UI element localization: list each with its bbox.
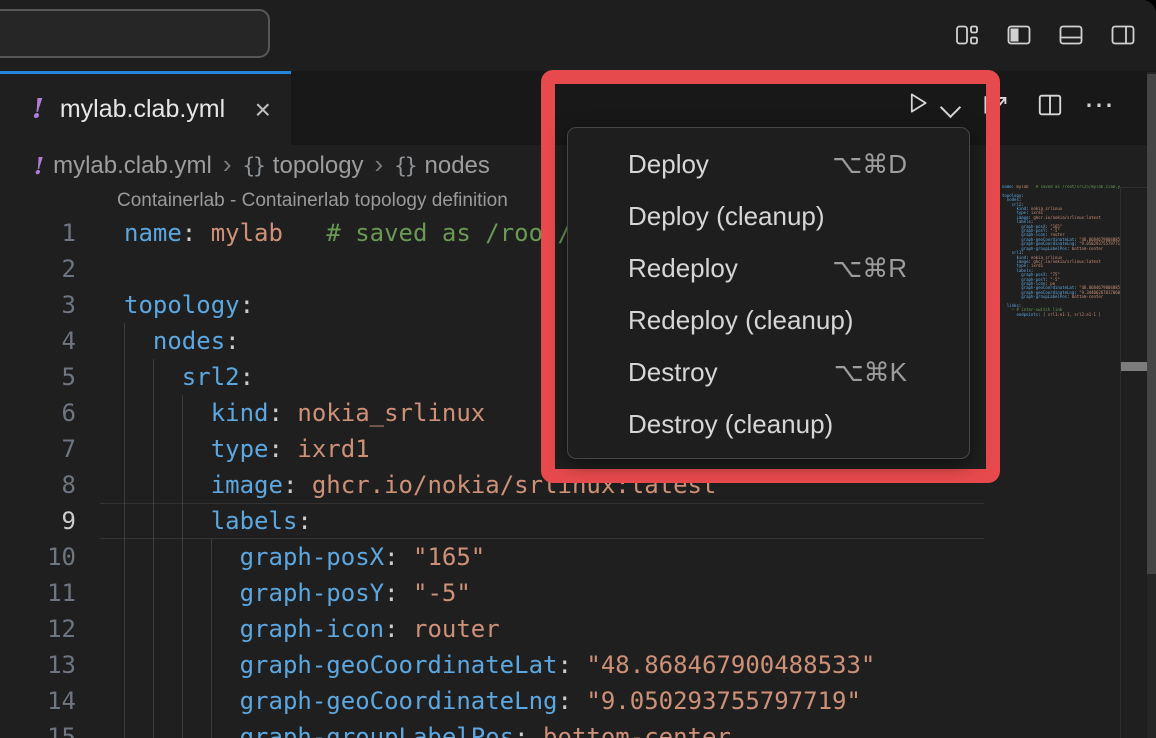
layout-controls <box>954 22 1136 48</box>
line-number: 2 <box>0 251 76 287</box>
code-line: 13 graph-geoCoordinateLat: "48.868467900… <box>0 647 1120 683</box>
run-dropdown-menu: Deploy⌥⌘DDeploy (cleanup)Redeploy⌥⌘RRede… <box>567 127 970 459</box>
line-number: 7 <box>0 431 76 467</box>
line-number: 11 <box>0 575 76 611</box>
line-number: 1 <box>0 215 76 251</box>
code-line: 14 graph-geoCoordinateLng: "9.0502937557… <box>0 683 1120 719</box>
line-number: 12 <box>0 611 76 647</box>
line-number: 5 <box>0 359 76 395</box>
menu-item-destroy-cleanup[interactable]: Destroy (cleanup) <box>568 398 969 450</box>
scrollbar[interactable] <box>1147 72 1156 738</box>
menu-item-redeploy-cleanup[interactable]: Redeploy (cleanup) <box>568 294 969 346</box>
customize-layout-icon[interactable] <box>954 22 980 48</box>
menu-item-shortcut: ⌥⌘R <box>832 253 907 284</box>
command-center-search[interactable] <box>0 9 270 58</box>
minimap-line: graph-groupLabelPos: bottom-center <box>1002 295 1120 299</box>
code-line: 9 labels: <box>0 503 1120 539</box>
menu-item-redeploy[interactable]: Redeploy ⌥⌘R <box>568 242 969 294</box>
more-actions-ellipsis-icon[interactable]: ⋯ <box>1084 88 1115 123</box>
file-warning-icon: ! <box>34 153 44 180</box>
toggle-primary-sidebar-icon[interactable] <box>1006 22 1032 48</box>
minimap[interactable]: name: mylab # saved as /root/srl25/mylab… <box>1002 185 1120 317</box>
code-line: 8 image: ghcr.io/nokia/srlinux:latest <box>0 467 1120 503</box>
chevron-separator-icon: › <box>375 149 384 180</box>
code-line: 11 graph-posY: "-5" <box>0 575 1120 611</box>
breadcrumb-item-file[interactable]: mylab.clab.yml <box>53 152 212 180</box>
run-deploy-button[interactable] <box>904 90 930 116</box>
menu-item-label: Redeploy (cleanup) <box>628 305 853 336</box>
menu-item-label: Deploy (cleanup) <box>628 201 825 232</box>
line-number: 4 <box>0 323 76 359</box>
menu-item-shortcut: ⌥⌘D <box>832 149 907 180</box>
editor-group-border <box>1120 187 1121 738</box>
split-editor-icon[interactable] <box>1037 92 1063 118</box>
menu-item-shortcut: ⌥⌘K <box>834 357 907 388</box>
code-line: 15 graph-groupLabelPos: bottom-center <box>0 719 1120 738</box>
menu-item-label: Redeploy <box>628 253 738 284</box>
line-number: 9 <box>0 503 76 539</box>
scrollbar-slider[interactable] <box>1147 74 1156 574</box>
code-line: 10 graph-posX: "165" <box>0 539 1120 575</box>
symbol-braces-icon: {} <box>243 154 264 178</box>
close-icon[interactable]: × <box>255 96 271 124</box>
menu-item-label: Destroy (cleanup) <box>628 409 833 440</box>
toggle-secondary-sidebar-icon[interactable] <box>1110 22 1136 48</box>
editor-group-border <box>1120 187 1148 188</box>
line-number: 14 <box>0 683 76 719</box>
symbol-braces-icon: {} <box>394 154 415 178</box>
chevron-separator-icon: › <box>223 149 232 180</box>
toggle-panel-icon[interactable] <box>1058 22 1084 48</box>
tab-mylab-clab-yml[interactable]: ! mylab.clab.yml × <box>0 71 291 145</box>
line-number: 15 <box>0 719 76 738</box>
file-warning-icon: ! <box>32 94 44 125</box>
minimap-line: name: mylab # saved as /root/srl25/mylab… <box>1002 185 1120 189</box>
menu-item-label: Deploy <box>628 149 709 180</box>
breadcrumb-item-topology[interactable]: topology <box>273 152 364 180</box>
breadcrumb-item-nodes[interactable]: nodes <box>425 152 490 180</box>
line-number: 3 <box>0 287 76 323</box>
topoviewer-graph-icon[interactable] <box>982 91 1008 117</box>
menu-item-label: Destroy <box>628 357 718 388</box>
vscode-window: ! mylab.clab.yml × ⋯ ! mylab.clab.yml › … <box>0 0 1156 738</box>
menu-item-destroy[interactable]: Destroy ⌥⌘K <box>568 346 969 398</box>
line-number: 13 <box>0 647 76 683</box>
overview-slider[interactable] <box>1121 362 1147 371</box>
tab-label: mylab.clab.yml <box>60 95 225 124</box>
line-number: 10 <box>0 539 76 575</box>
menu-item-deploy-cleanup[interactable]: Deploy (cleanup) <box>568 190 969 242</box>
hover-info-text: Containerlab - Containerlab topology def… <box>117 190 508 212</box>
breadcrumb: ! mylab.clab.yml › {} topology › {} node… <box>34 146 490 186</box>
code-line: 12 graph-icon: router <box>0 611 1120 647</box>
menu-item-deploy[interactable]: Deploy ⌥⌘D <box>568 138 969 190</box>
minimap-line: endpoints: [ srl1:e1-1, srl2:e1-1 ] <box>1002 313 1120 317</box>
line-number: 8 <box>0 467 76 503</box>
line-number: 6 <box>0 395 76 431</box>
title-bar <box>0 0 1156 71</box>
